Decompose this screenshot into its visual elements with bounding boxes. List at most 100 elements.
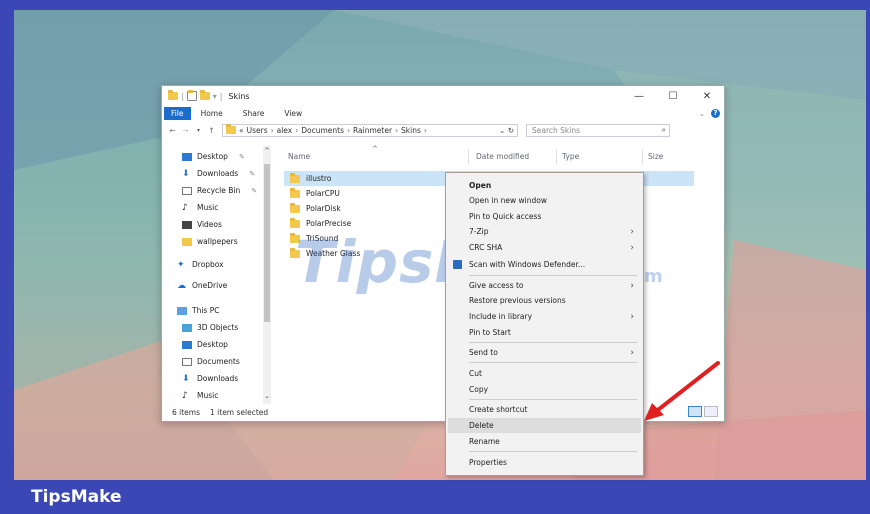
menu-item-crc-sha[interactable]: CRC SHA ›: [469, 241, 634, 254]
file-name: PolarCPU: [306, 189, 340, 198]
nav-item-onedrive[interactable]: ☁ OneDrive: [177, 281, 227, 290]
search-input[interactable]: Search Skins: [532, 126, 580, 135]
new-folder-icon[interactable]: [199, 90, 210, 100]
nav-item-documents[interactable]: Documents: [182, 357, 240, 366]
maximize-button[interactable]: ☐: [656, 91, 690, 102]
nav-item-dropbox[interactable]: ✦ Dropbox: [177, 260, 224, 269]
scroll-up-icon[interactable]: ^: [263, 147, 271, 155]
menu-item-cut[interactable]: Cut: [469, 367, 634, 380]
tab-file[interactable]: File: [164, 106, 191, 120]
pin-icon[interactable]: ✎: [251, 187, 257, 195]
menu-item-label: Open: [469, 181, 492, 190]
column-divider[interactable]: [468, 149, 469, 165]
menu-item-give-access[interactable]: Give access to ›: [469, 279, 634, 292]
menu-item-7zip[interactable]: 7-Zip ›: [469, 225, 634, 238]
recent-locations-icon[interactable]: ▾: [192, 127, 205, 134]
nav-item-desktop[interactable]: Desktop ✎: [182, 152, 245, 161]
pin-icon[interactable]: ✎: [239, 153, 245, 161]
address-bar[interactable]: « Users › alex › Documents › Rainmeter ›…: [222, 123, 518, 137]
menu-item-include-library[interactable]: Include in library ›: [469, 310, 634, 323]
customize-toolbar-icon[interactable]: ▾: [213, 92, 217, 101]
tab-home[interactable]: Home: [191, 107, 233, 120]
breadcrumb-separator: ›: [395, 125, 399, 135]
menu-item-rename[interactable]: Rename: [469, 435, 634, 448]
scroll-down-icon[interactable]: ⌄: [263, 392, 271, 400]
download-icon: ⬇: [182, 168, 190, 179]
search-icon: ⌕: [661, 125, 666, 134]
menu-item-restore-versions[interactable]: Restore previous versions: [469, 294, 634, 307]
scrollbar-thumb[interactable]: [264, 164, 270, 322]
refresh-icon[interactable]: ⌄ ↻: [499, 126, 517, 135]
help-icon[interactable]: ?: [711, 108, 720, 118]
minimize-button[interactable]: —: [622, 91, 656, 102]
close-button[interactable]: ✕: [690, 91, 724, 102]
nav-item-desktop-pc[interactable]: Desktop: [182, 340, 228, 349]
breadcrumb-documents[interactable]: Documents: [301, 126, 344, 135]
menu-item-label: Delete: [469, 421, 494, 430]
submenu-arrow-icon: ›: [630, 226, 634, 237]
folder-icon: [290, 187, 300, 198]
menu-separator: [469, 362, 637, 363]
nav-item-label: Downloads: [197, 374, 239, 383]
nav-item-this-pc[interactable]: This PC: [177, 306, 219, 315]
brand-logo: TipsMake: [31, 487, 122, 507]
menu-separator: [469, 451, 637, 452]
properties-icon[interactable]: [186, 90, 197, 101]
nav-item-label: OneDrive: [192, 281, 228, 290]
tab-share[interactable]: Share: [233, 107, 275, 120]
menu-item-send-to[interactable]: Send to ›: [469, 346, 634, 359]
nav-item-recycle-bin[interactable]: Recycle Bin ✎: [182, 186, 257, 195]
nav-item-3d-objects[interactable]: 3D Objects: [182, 323, 238, 332]
menu-item-scan-defender[interactable]: Scan with Windows Defender...: [469, 258, 634, 271]
menu-item-label: Pin to Start: [469, 328, 511, 337]
submenu-arrow-icon: ›: [630, 311, 634, 322]
nav-item-wallpepers[interactable]: wallpepers: [182, 237, 238, 246]
nav-item-downloads[interactable]: ⬇ Downloads ✎: [182, 169, 255, 178]
breadcrumb-skins[interactable]: Skins: [401, 126, 421, 135]
menu-item-pin-start[interactable]: Pin to Start: [469, 326, 634, 339]
column-header-date[interactable]: Date modified: [476, 152, 529, 161]
nav-item-downloads-pc[interactable]: ⬇ Downloads: [182, 374, 238, 383]
nav-item-label: wallpepers: [197, 237, 238, 246]
menu-item-label: Send to: [469, 348, 498, 357]
file-name: PolarDisk: [306, 204, 341, 213]
column-divider[interactable]: [642, 149, 643, 165]
column-header-size[interactable]: Size: [648, 152, 663, 161]
menu-item-properties[interactable]: Properties: [469, 456, 634, 469]
nav-item-label: Documents: [197, 357, 240, 366]
menu-item-create-shortcut[interactable]: Create shortcut: [469, 403, 634, 416]
menu-item-delete[interactable]: Delete: [469, 419, 634, 432]
column-header-type[interactable]: Type: [562, 152, 579, 161]
nav-item-label: Recycle Bin: [197, 186, 241, 195]
forward-arrow-icon[interactable]: →: [179, 126, 192, 135]
nav-item-music-pc[interactable]: ♪ Music: [182, 391, 218, 400]
breadcrumb-alex[interactable]: alex: [277, 126, 293, 135]
nav-item-music[interactable]: ♪ Music: [182, 203, 218, 212]
menu-item-copy[interactable]: Copy: [469, 383, 634, 396]
selection-count: 1 item selected: [210, 408, 269, 417]
desktop-icon: [182, 340, 192, 349]
column-divider[interactable]: [556, 149, 557, 165]
menu-item-open-new-window[interactable]: Open in new window: [469, 194, 634, 207]
breadcrumb-rainmeter[interactable]: Rainmeter: [353, 126, 392, 135]
ribbon-right-controls: ⌄ ?: [699, 108, 724, 118]
menu-item-pin-quick-access[interactable]: Pin to Quick access: [469, 210, 634, 223]
breadcrumb-users[interactable]: Users: [247, 126, 268, 135]
menu-item-label: Rename: [469, 437, 500, 446]
music-icon: ♪: [182, 390, 188, 401]
tab-view[interactable]: View: [274, 107, 312, 120]
search-box[interactable]: Search Skins ⌕: [526, 123, 670, 137]
desktop-icon: [182, 152, 192, 161]
back-arrow-icon[interactable]: ←: [166, 126, 179, 135]
expand-ribbon-icon[interactable]: ⌄: [699, 109, 705, 118]
up-arrow-icon[interactable]: ↑: [205, 126, 218, 135]
toolbar-separator: |: [219, 91, 223, 101]
pin-icon[interactable]: ✎: [249, 170, 255, 178]
nav-scrollbar[interactable]: ^ ⌄: [263, 146, 271, 404]
address-overflow[interactable]: «: [239, 126, 244, 135]
nav-item-videos[interactable]: Videos: [182, 220, 222, 229]
menu-item-open[interactable]: Open: [469, 179, 634, 192]
window-controls: — ☐ ✕: [622, 91, 724, 102]
column-header-name[interactable]: Name: [288, 152, 310, 161]
recycle-bin-icon: [182, 186, 192, 195]
